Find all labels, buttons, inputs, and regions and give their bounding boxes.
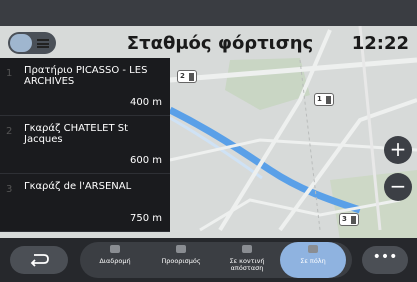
station-distance: 750 m (129, 213, 162, 224)
zoom-out-button[interactable]: − (384, 173, 412, 201)
tab-label: Σε πόλη (300, 257, 326, 265)
station-distance: 400 m (129, 97, 162, 108)
tab-nearby[interactable]: Σε κοντινή απόσταση (214, 242, 280, 278)
clock: 12:22 (351, 33, 409, 54)
marker-badge: 2 (180, 72, 185, 80)
tab-destination[interactable]: Προορισμός (148, 242, 214, 278)
back-button[interactable] (10, 246, 68, 274)
page-title: Σταθμός φόρτισης (126, 33, 314, 54)
list-item[interactable]: 1 Πρατήριο PICASSO - LES ARCHIVES 400 m (0, 58, 170, 116)
tab-label: Σε κοντινή απόσταση (229, 257, 265, 272)
view-toggle[interactable] (8, 32, 56, 54)
tab-label: Προορισμός (161, 257, 201, 265)
list-item[interactable]: 2 Γκαράζ CHATELET St Jacques 600 m (0, 116, 170, 174)
item-number: 2 (6, 126, 13, 137)
tab-in-city[interactable]: Σε πόλη (280, 242, 346, 278)
plug-icon (189, 73, 194, 81)
station-name: Γκαράζ de l'ARSENAL (24, 181, 132, 192)
charging-station-marker[interactable]: 2 (177, 70, 197, 83)
station-name: Γκαράζ CHATELET St Jacques (24, 123, 129, 145)
charging-station-marker[interactable]: 1 (314, 93, 334, 106)
top-bezel (0, 0, 417, 26)
marker-badge: 3 (342, 215, 347, 223)
route-icon (110, 245, 120, 253)
list-icon (37, 39, 49, 48)
screen: 2 1 3 Σταθμός φόρτισης 12:22 1 Πρατήριο … (0, 0, 417, 282)
station-list: 1 Πρατήριο PICASSO - LES ARCHIVES 400 m … (0, 58, 170, 232)
charging-station-marker[interactable]: 3 (339, 213, 359, 226)
item-number: 1 (6, 68, 13, 79)
station-distance: 600 m (129, 155, 162, 166)
item-number: 3 (6, 184, 13, 195)
city-icon (308, 245, 318, 253)
plug-icon (326, 96, 331, 104)
globe-icon (10, 34, 32, 52)
list-item[interactable]: 3 Γκαράζ de l'ARSENAL 750 m (0, 174, 170, 232)
tab-route[interactable]: Διαδρομή (82, 242, 148, 278)
tab-label: Διαδρομή (99, 257, 131, 265)
marker-badge: 1 (317, 95, 322, 103)
zoom-in-button[interactable]: + (384, 136, 412, 164)
plug-icon (351, 216, 356, 224)
car-icon (242, 245, 252, 253)
back-arrow-icon (30, 254, 49, 267)
station-name: Πρατήριο PICASSO - LES ARCHIVES (24, 65, 148, 87)
more-button[interactable]: ••• (362, 246, 408, 274)
flag-icon (176, 245, 186, 253)
